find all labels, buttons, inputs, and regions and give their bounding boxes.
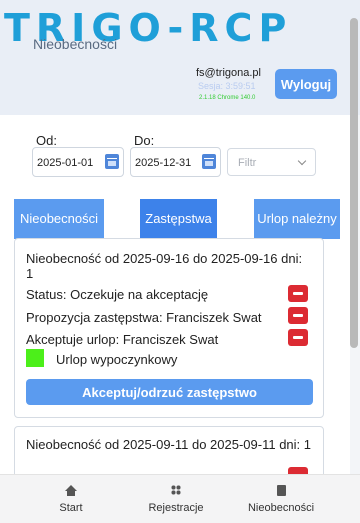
accept-reject-substitution-button[interactable]: Akceptuj/odrzuć zastępstwo: [26, 379, 313, 405]
tab-absences[interactable]: Nieobecności: [14, 199, 104, 239]
absence-title: Nieobecność od 2025-09-11 do 2025-09-11 …: [26, 437, 312, 452]
grid-icon: [171, 485, 181, 495]
date-to-input[interactable]: 2025-12-31: [130, 147, 221, 177]
document-icon: [277, 485, 286, 496]
session-timer: Sesja: 3:59:51: [198, 81, 256, 91]
to-label: Do:: [134, 133, 155, 148]
absence-proposal: Propozycja zastępstwa: Franciszek Swat: [26, 310, 262, 325]
absence-title: Nieobecność od 2025-09-16 do 2025-09-16 …: [26, 251, 303, 281]
nav-start-label: Start: [59, 502, 83, 514]
date-from-value: 2025-01-01: [37, 157, 94, 169]
calendar-icon[interactable]: [202, 154, 216, 169]
logout-button[interactable]: Wyloguj: [275, 69, 337, 99]
filter-select[interactable]: Filtr: [227, 148, 316, 176]
tab-leave-due[interactable]: Urlop należny: [254, 199, 340, 239]
remove-status-button[interactable]: [288, 285, 308, 302]
calendar-icon[interactable]: [105, 154, 119, 169]
leave-type-color-swatch: [26, 349, 44, 367]
page-subtitle: Nieobecności: [33, 36, 118, 52]
tab-substitutions[interactable]: Zastępstwa: [140, 199, 217, 239]
chevron-down-icon: [297, 156, 307, 166]
user-email: fs@trigona.pl: [196, 67, 261, 79]
leave-type-label: Urlop wypoczynkowy: [56, 352, 178, 367]
remove-proposal-button[interactable]: [288, 307, 308, 324]
nav-start[interactable]: Start: [22, 475, 120, 523]
app-version: 2.1.18 Chrome 140.0: [199, 95, 256, 101]
home-icon: [65, 485, 77, 496]
filter-placeholder: Filtr: [238, 157, 257, 169]
nav-absences[interactable]: Nieobecności: [232, 475, 330, 523]
from-label: Od:: [36, 133, 57, 148]
bottom-navigation: Start Rejestracje Nieobecności: [0, 474, 360, 523]
app-header: TRIGO-RCP Nieobecności fs@trigona.pl Ses…: [0, 0, 360, 115]
absence-acceptor: Akceptuje urlop: Franciszek Swat: [26, 332, 219, 347]
absence-status: Status: Oczekuje na akceptację: [26, 287, 209, 302]
remove-acceptor-button[interactable]: [288, 329, 308, 346]
date-to-value: 2025-12-31: [135, 157, 192, 169]
nav-registrations-label: Rejestracje: [148, 502, 204, 514]
nav-registrations[interactable]: Rejestracje: [127, 475, 225, 523]
absence-card: Nieobecność od 2025-09-16 do 2025-09-16 …: [14, 238, 324, 418]
scrollbar[interactable]: [350, 18, 358, 348]
nav-absences-label: Nieobecności: [247, 502, 315, 514]
date-from-input[interactable]: 2025-01-01: [32, 147, 124, 177]
